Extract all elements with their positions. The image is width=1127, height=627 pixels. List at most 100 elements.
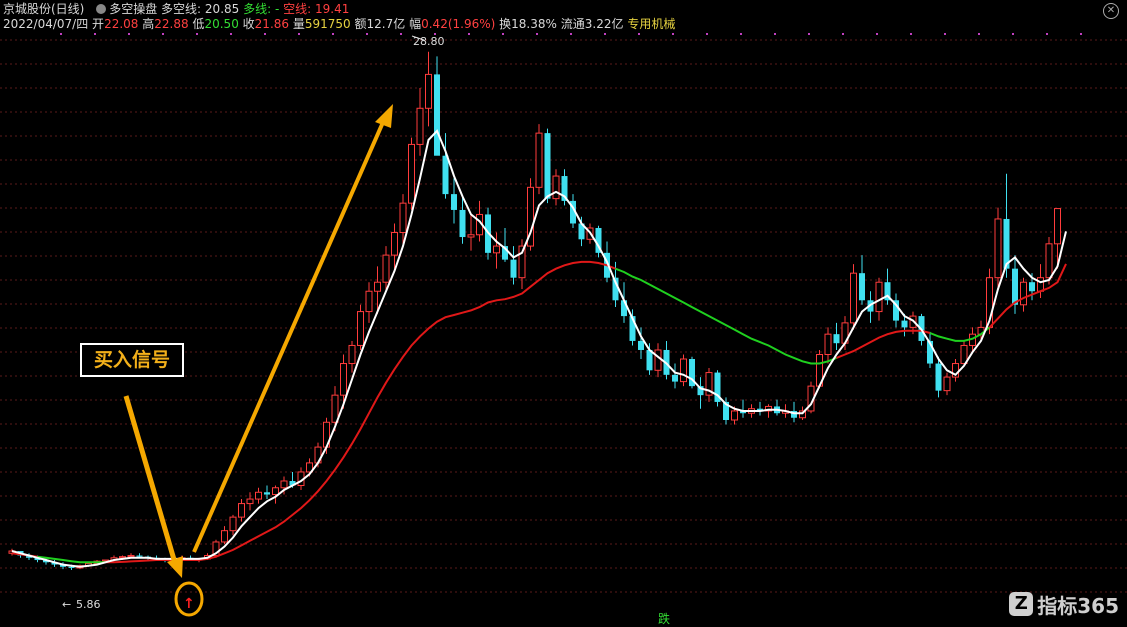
top-marker xyxy=(876,33,878,35)
candle-up xyxy=(374,281,381,292)
grid-lines xyxy=(0,39,1127,593)
candle-up xyxy=(1045,243,1053,279)
candle-up xyxy=(255,491,262,500)
buy-signal-label: 买入信号 xyxy=(80,343,184,377)
top-marker xyxy=(128,33,130,35)
candle-up xyxy=(425,73,432,109)
candle-up xyxy=(1054,208,1061,245)
top-marker xyxy=(570,33,572,35)
candle-up xyxy=(238,503,245,518)
candle-down xyxy=(638,340,644,350)
top-marker xyxy=(1046,33,1048,35)
candle-up xyxy=(552,175,560,200)
candle-up xyxy=(467,234,475,238)
top-marker xyxy=(196,33,198,35)
candle-down xyxy=(935,363,942,391)
candle-up xyxy=(357,311,364,346)
candle-down xyxy=(451,194,457,210)
top-marker xyxy=(910,33,912,35)
candle-up xyxy=(493,245,500,254)
top-marker xyxy=(400,33,402,35)
top-marker xyxy=(468,33,470,35)
top-marker xyxy=(536,33,538,35)
candle-up xyxy=(399,202,407,234)
annotation-layer: 28.80 ← 5.86 跌 ↑ xyxy=(62,35,670,626)
candle-down xyxy=(442,155,449,195)
candles-layer xyxy=(8,51,1061,570)
top-marker xyxy=(1012,33,1014,35)
die-signal-label: 跌 xyxy=(658,611,670,626)
top-marker xyxy=(978,33,980,35)
candle-up xyxy=(943,376,951,392)
candle-down xyxy=(264,492,270,495)
logo-mark-icon: Z xyxy=(1009,592,1034,616)
top-marker xyxy=(672,33,674,35)
candle-up xyxy=(391,232,398,256)
logo-text: 指标365 xyxy=(1037,593,1119,618)
top-marker xyxy=(842,33,844,35)
low-price-pointer: ← xyxy=(62,598,71,611)
candle-up xyxy=(280,480,288,489)
top-marker xyxy=(740,33,742,35)
candle-down xyxy=(1012,268,1018,305)
candle-down xyxy=(136,555,143,557)
candle-down xyxy=(459,209,466,238)
candle-down xyxy=(672,374,678,382)
candle-up xyxy=(331,394,339,423)
candle-down xyxy=(510,259,517,278)
high-price-label: 28.80 xyxy=(413,35,445,48)
candlestick-chart[interactable]: 28.80 ← 5.86 跌 ↑ xyxy=(0,0,1127,627)
top-marker xyxy=(604,33,606,35)
candle-down xyxy=(434,74,440,156)
candle-up xyxy=(535,132,543,188)
top-marker xyxy=(808,33,810,35)
candle-down xyxy=(544,133,551,199)
candle-up xyxy=(850,272,857,324)
candle-up xyxy=(680,358,687,383)
candle-down xyxy=(68,566,75,568)
top-marker xyxy=(944,33,946,35)
top-markers xyxy=(60,33,1082,35)
candle-up xyxy=(382,254,390,283)
candle-up xyxy=(272,487,279,496)
trend-arrowhead-icon xyxy=(375,104,393,128)
candle-up xyxy=(408,143,415,204)
top-marker xyxy=(706,33,708,35)
candle-up xyxy=(824,333,832,355)
candle-up xyxy=(1020,281,1027,306)
signal-arrow-shaft xyxy=(123,395,178,564)
candle-up xyxy=(654,349,662,371)
candle-down xyxy=(859,273,865,301)
candle-up xyxy=(365,290,373,313)
buy-up-arrow-icon: ↑ xyxy=(183,596,195,612)
top-marker xyxy=(1080,33,1082,35)
top-marker xyxy=(774,33,776,35)
top-marker xyxy=(60,33,62,35)
candle-up xyxy=(875,281,883,313)
candle-up xyxy=(229,516,237,532)
candle-up xyxy=(246,498,254,505)
candle-up xyxy=(731,410,738,421)
candle-up xyxy=(1037,277,1044,292)
top-marker xyxy=(94,33,96,35)
top-marker xyxy=(230,33,232,35)
candle-up xyxy=(119,556,126,559)
low-price-label: 5.86 xyxy=(76,598,101,611)
candle-down xyxy=(1029,282,1035,292)
top-marker xyxy=(332,33,334,35)
top-marker xyxy=(366,33,368,35)
candle-down xyxy=(646,349,653,371)
candle-up xyxy=(221,530,228,543)
candle-down xyxy=(901,320,908,328)
top-marker xyxy=(162,33,164,35)
candle-up xyxy=(348,344,356,365)
candle-down xyxy=(833,334,840,344)
candle-up xyxy=(127,555,135,558)
candle-up xyxy=(416,107,424,145)
candle-up xyxy=(994,218,1002,279)
top-marker xyxy=(638,33,640,35)
candle-up xyxy=(340,363,347,396)
watermark-logo: Z 指标365 xyxy=(1009,591,1119,618)
top-marker xyxy=(298,33,300,35)
top-marker xyxy=(502,33,504,35)
